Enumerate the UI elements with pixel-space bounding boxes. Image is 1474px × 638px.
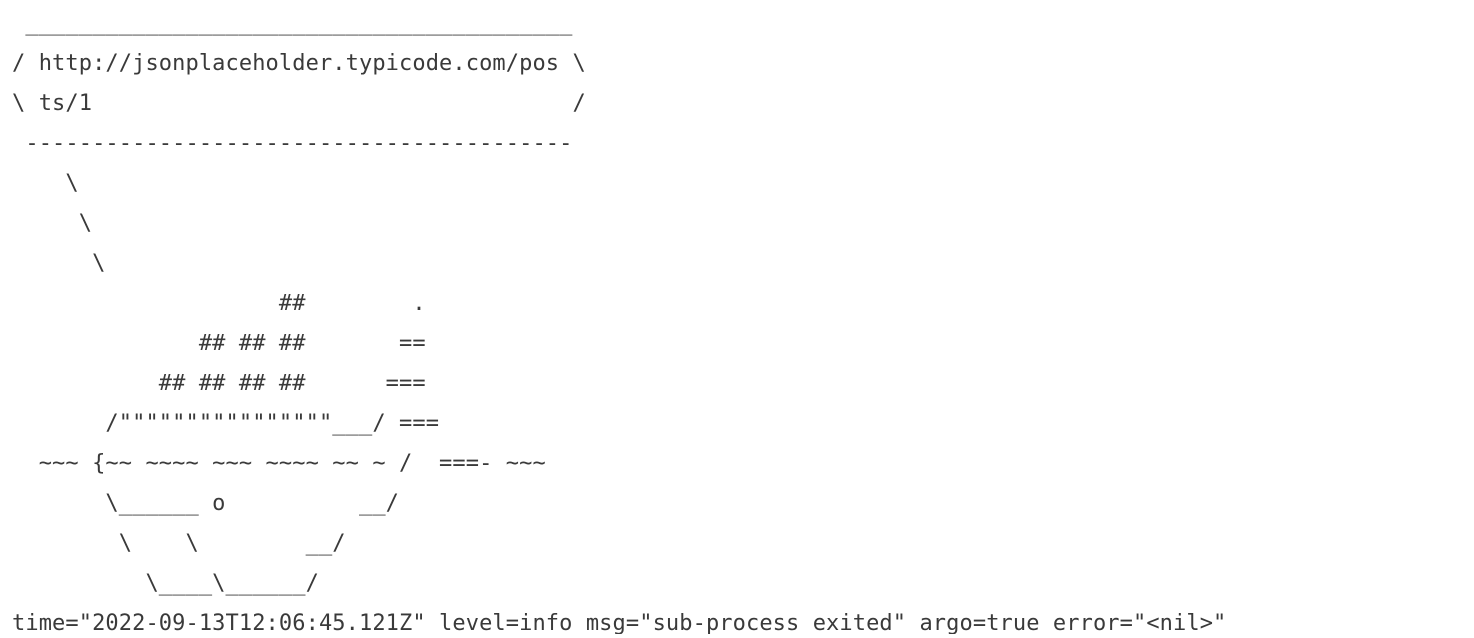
log-output: ________________________________________… bbox=[12, 4, 1462, 634]
ascii-art-line: ## ## ## == bbox=[12, 331, 426, 356]
ascii-art-line: \ \ __/ bbox=[12, 531, 346, 556]
cowsay-bubble-bottom: ----------------------------------------… bbox=[12, 131, 573, 156]
ascii-art-line: \ bbox=[12, 171, 79, 196]
ascii-art-line: /""""""""""""""""___/ === bbox=[12, 411, 440, 436]
ascii-art-line: \____\______/ bbox=[12, 571, 319, 596]
ascii-art-line: ~~~ {~~ ~~~~ ~~~ ~~~~ ~~ ~ / ===- ~~~ bbox=[12, 451, 546, 476]
ascii-art-line: \______ o __/ bbox=[12, 491, 400, 516]
cowsay-bubble-line-1: / http://jsonplaceholder.typicode.com/po… bbox=[12, 51, 586, 76]
status-log-line: time="2022-09-13T12:06:45.121Z" level=in… bbox=[12, 611, 1227, 634]
cowsay-bubble-top: ________________________________________… bbox=[12, 11, 573, 36]
ascii-art-line: ## . bbox=[12, 291, 426, 316]
cowsay-bubble-line-2: \ ts/1 / bbox=[12, 91, 586, 116]
ascii-art-line: ## ## ## ## === bbox=[12, 371, 426, 396]
ascii-art-line: \ bbox=[12, 211, 93, 236]
ascii-art-line: \ bbox=[12, 251, 106, 276]
